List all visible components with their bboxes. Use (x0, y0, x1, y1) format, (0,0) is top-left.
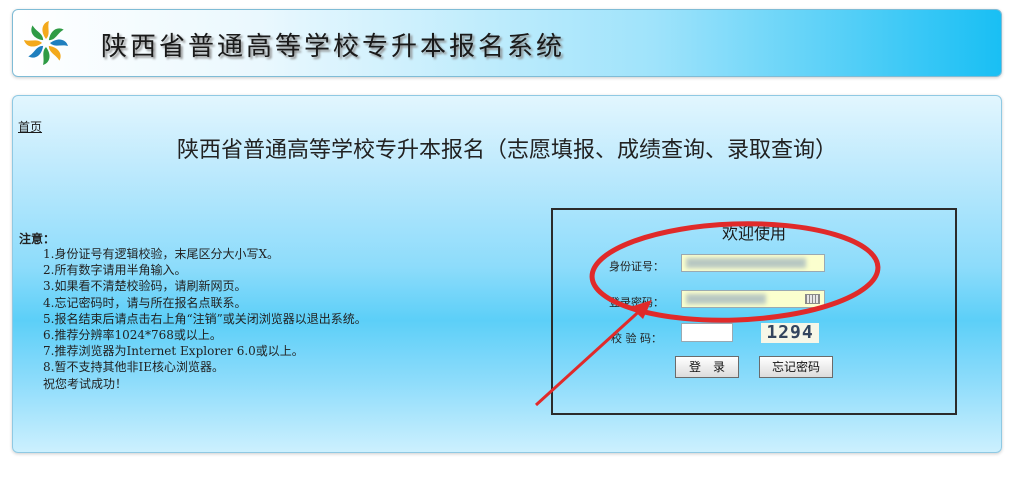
redacted-id-value (686, 258, 806, 268)
system-title: 陕西省普通高等学校专升本报名系统 (101, 32, 566, 62)
id-number-label: 身份证号： (609, 260, 664, 273)
site-header: 陕西省普通高等学校专升本报名系统 (12, 9, 1002, 77)
welcome-heading: 欢迎使用 (721, 224, 786, 243)
note-item: 2.所有数字请用半角输入。 (43, 263, 187, 278)
note-item: 1.身份证号有逻辑校验，末尾区分大小写X。 (43, 247, 279, 261)
note-item: 祝您考试成功！ (43, 376, 128, 391)
note-item: 6.推荐分辨率1024*768或以上。 (43, 327, 222, 342)
main-panel: 首页 陕西省普通高等学校专升本报名（志愿填报、成绩查询、录取查询） 注意： 1.… (12, 95, 1002, 453)
redacted-password-value (686, 294, 766, 304)
captcha-label: 校 验 码： (611, 332, 662, 345)
page-title: 陕西省普通高等学校专升本报名（志愿填报、成绩查询、录取查询） (176, 138, 837, 163)
notes-section: 注意： 1.身份证号有逻辑校验，末尾区分大小写X。 2.所有数字请用半角输入。 … (19, 232, 367, 392)
keyboard-icon[interactable] (805, 294, 820, 304)
note-item: 7.推荐浏览器为Internet Explorer 6.0或以上。 (43, 344, 304, 359)
forgot-password-button[interactable]: 忘记密码 (759, 356, 833, 378)
login-box: 欢迎使用 身份证号： 登录密码： 校 验 码： 1294 登 录 忘记密码 (551, 208, 957, 415)
notes-heading: 注意： (19, 232, 56, 246)
note-item: 4.忘记密码时，请与所在报名点联系。 (43, 295, 247, 310)
captcha-image[interactable]: 1294 (761, 323, 819, 343)
id-number-input[interactable] (681, 254, 825, 272)
login-button[interactable]: 登 录 (675, 356, 739, 378)
note-item: 8.暂不支持其他非IE核心浏览器。 (43, 360, 224, 375)
password-input[interactable] (681, 290, 825, 308)
note-item: 3.如果看不清楚校验码，请刷新网页。 (43, 279, 247, 294)
password-label: 登录密码： (609, 296, 664, 309)
note-item: 5.报名结束后请点击右上角“注销”或关闭浏览器以退出系统。 (43, 311, 367, 326)
captcha-input[interactable] (681, 323, 733, 342)
pinwheel-logo-icon (24, 21, 68, 65)
